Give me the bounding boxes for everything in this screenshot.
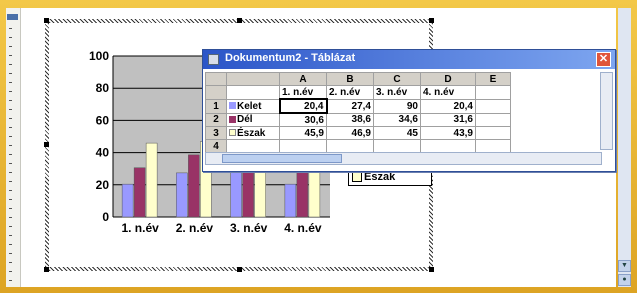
datasheet-vertical-scrollbar[interactable] [600, 72, 613, 150]
bar-dél[interactable] [296, 165, 309, 218]
bar-dél[interactable] [133, 167, 146, 218]
cell[interactable]: 20,4 [420, 98, 476, 114]
y-tick-label: 60 [96, 113, 110, 127]
y-tick-label: 0 [102, 210, 109, 224]
cell[interactable] [475, 112, 511, 127]
cell[interactable] [475, 139, 511, 153]
legend-label: Észak [364, 171, 396, 183]
close-button[interactable]: ✕ [596, 52, 611, 67]
cell[interactable]: 38,6 [326, 112, 374, 127]
col-header[interactable]: C [373, 72, 421, 86]
row-header[interactable]: 3 [205, 126, 227, 140]
row-header[interactable]: 4 [205, 139, 227, 153]
x-tick-label: 3. n.év [230, 221, 268, 235]
y-tick-label: 40 [96, 146, 110, 160]
datasheet-titlebar[interactable]: Dokumentum2 - Táblázat ✕ [203, 50, 615, 69]
datasheet-horizontal-scrollbar[interactable] [205, 152, 602, 165]
cell[interactable]: 31,6 [420, 112, 476, 127]
legend-swatch [352, 172, 362, 183]
datasheet-window[interactable]: Dokumentum2 - Táblázat ✕ A B C D E 1. n.… [202, 49, 616, 172]
row-header[interactable]: 2 [205, 112, 227, 127]
datasheet-title: Dokumentum2 - Táblázat [225, 52, 356, 64]
cell[interactable]: 46,9 [326, 126, 374, 140]
bar-észak[interactable] [145, 142, 158, 218]
cell[interactable] [475, 126, 511, 140]
legend-col-header[interactable] [226, 72, 280, 86]
cell[interactable]: 45,9 [279, 126, 327, 140]
col-header[interactable]: A [279, 72, 327, 86]
col-header[interactable]: B [326, 72, 374, 86]
cell[interactable]: 90 [373, 98, 421, 114]
cell[interactable] [475, 98, 511, 114]
cell[interactable]: 2. n.év [326, 85, 374, 100]
x-tick-label: 2. n.év [176, 221, 214, 235]
cell[interactable]: Kelet [226, 98, 280, 114]
datasheet-grid[interactable]: A B C D E 1. n.év 2. n.év 3. n.év 4. n.é… [205, 72, 511, 153]
corner-cell[interactable] [205, 72, 227, 86]
y-tick-label: 100 [89, 49, 109, 63]
x-tick-label: 1. n.év [121, 221, 159, 235]
bar-kelet[interactable] [121, 183, 134, 218]
cell[interactable] [279, 139, 327, 153]
series-chip-icon [229, 116, 236, 124]
cell[interactable]: 1. n.év [279, 85, 327, 100]
cell[interactable]: 30,6 [279, 112, 327, 127]
row-header[interactable] [205, 85, 227, 100]
row-label: Dél [237, 114, 253, 126]
cell[interactable] [475, 85, 511, 100]
cell[interactable]: 43,9 [420, 126, 476, 140]
col-header[interactable]: E [475, 72, 511, 86]
cell[interactable] [226, 139, 280, 153]
datasheet-icon [208, 54, 219, 65]
chart-legend[interactable]: Észak [348, 170, 432, 186]
cell[interactable]: 3. n.év [373, 85, 421, 100]
cell[interactable] [326, 139, 374, 153]
bar-dél[interactable] [188, 154, 200, 218]
y-tick-label: 80 [96, 81, 110, 95]
cell[interactable]: Észak [226, 126, 280, 140]
cell[interactable]: 34,6 [373, 112, 421, 127]
cell[interactable]: Dél [226, 112, 280, 127]
series-chip-icon [229, 102, 236, 110]
x-tick-label: 4. n.év [284, 221, 322, 235]
row-label: Észak [237, 127, 266, 139]
bar-kelet[interactable] [176, 172, 188, 218]
cell[interactable]: 4. n.év [420, 85, 476, 100]
cell[interactable]: 45 [373, 126, 421, 140]
scroll-thumb[interactable] [222, 154, 342, 163]
cell[interactable] [420, 139, 476, 153]
cell[interactable] [373, 139, 421, 153]
cell[interactable] [226, 85, 280, 100]
series-chip-icon [229, 129, 236, 137]
bar-kelet[interactable] [284, 183, 297, 218]
row-label: Kelet [237, 100, 262, 112]
active-cell[interactable]: 20,4 [278, 98, 328, 114]
row-header[interactable]: 1 [205, 98, 227, 114]
y-tick-label: 20 [96, 178, 110, 192]
cell[interactable]: 27,4 [326, 98, 374, 114]
col-header[interactable]: D [420, 72, 476, 86]
